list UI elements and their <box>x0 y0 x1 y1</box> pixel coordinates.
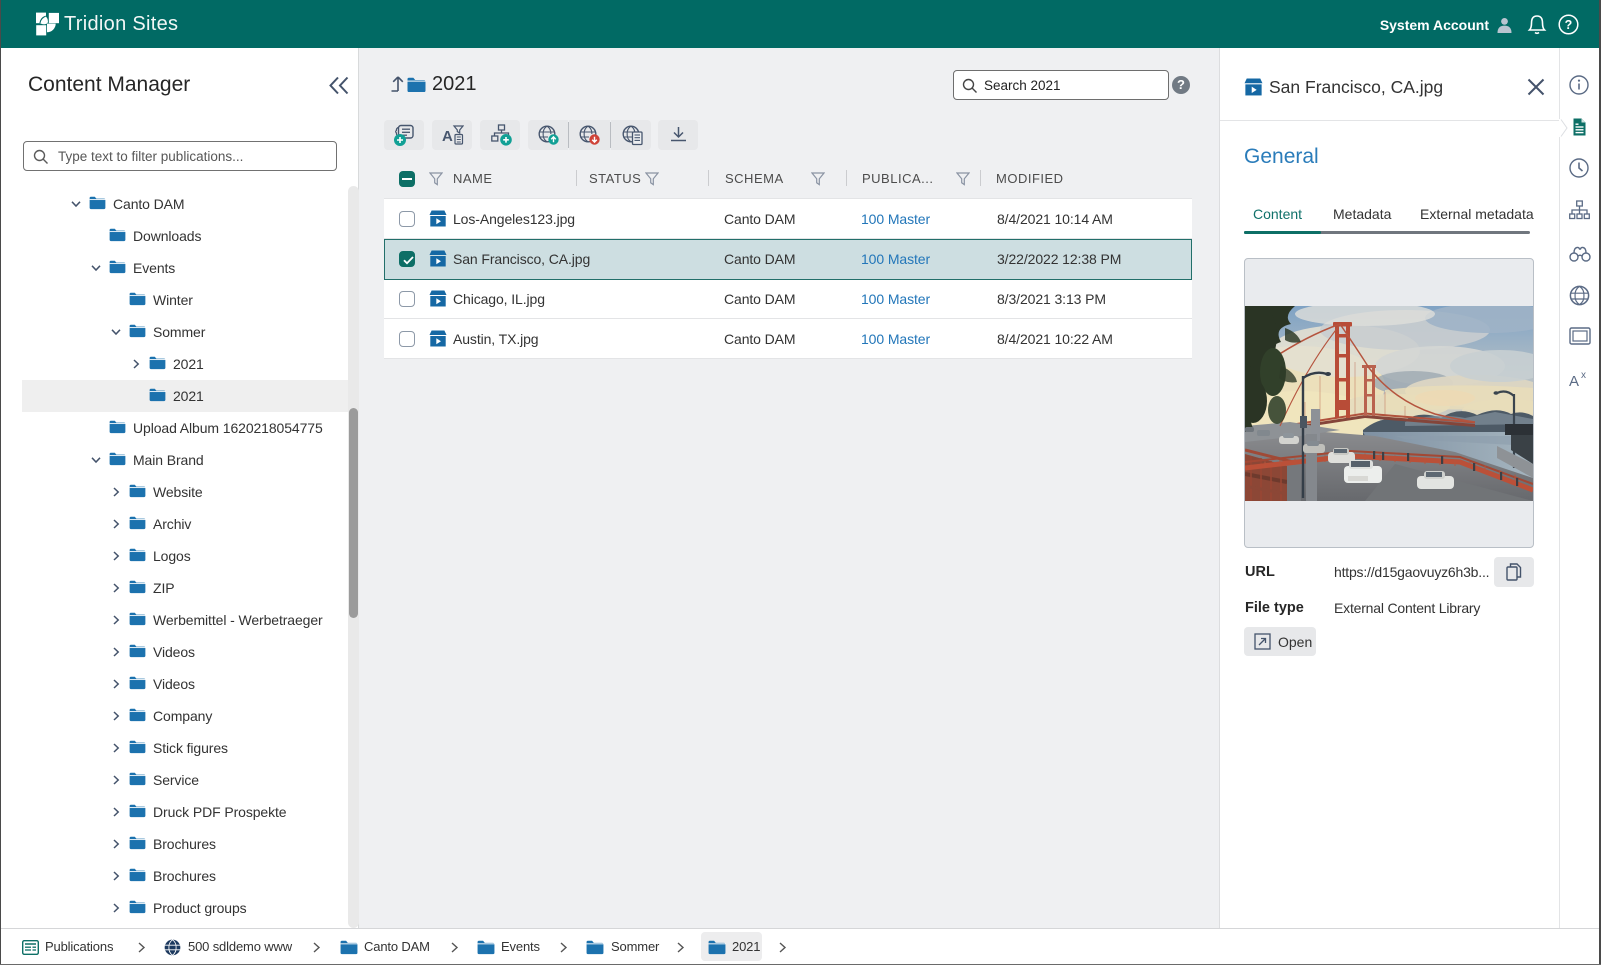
svg-text:x: x <box>1581 370 1586 381</box>
svg-text:?: ? <box>1565 18 1573 32</box>
svg-text:A: A <box>442 128 453 145</box>
svg-text:A: A <box>1569 373 1579 389</box>
